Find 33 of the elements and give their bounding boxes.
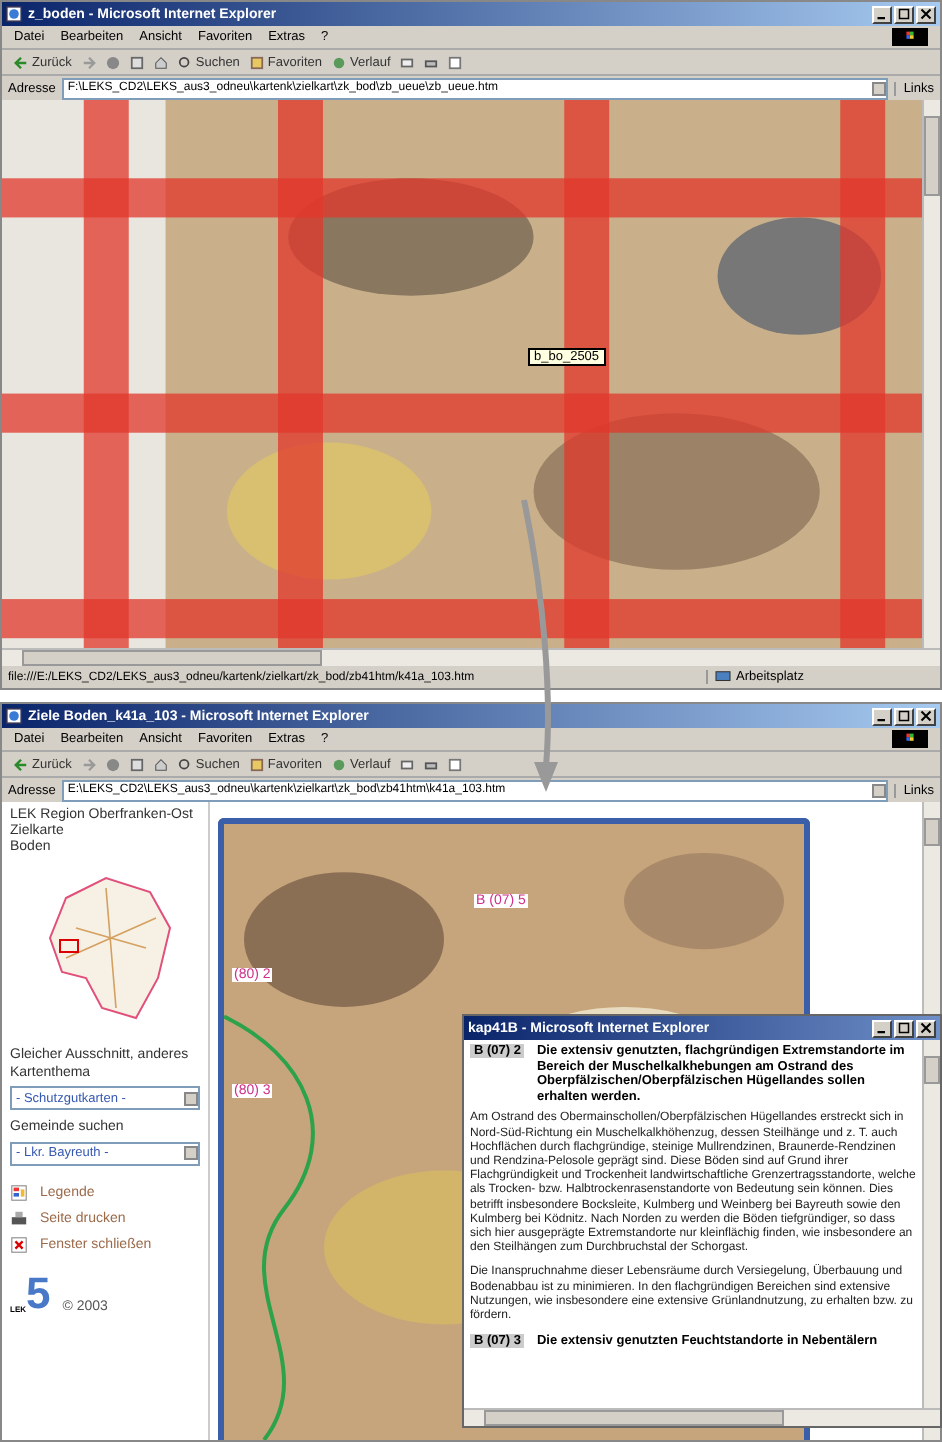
browser-icon	[6, 708, 22, 724]
windows-logo-icon	[892, 28, 928, 46]
minimize-button[interactable]	[872, 5, 892, 23]
back-arrow-icon	[14, 757, 28, 771]
minimize-button[interactable]	[872, 707, 892, 725]
close-button[interactable]	[916, 5, 936, 23]
vertical-scrollbar[interactable]	[922, 100, 940, 648]
browser-icon	[6, 6, 22, 22]
printer-icon[interactable]	[10, 1209, 28, 1227]
close-button[interactable]	[916, 1019, 936, 1037]
minimize-button[interactable]	[872, 1019, 892, 1037]
legend-icon[interactable]	[10, 1183, 28, 1201]
home-icon[interactable]	[153, 757, 168, 771]
folder-icon	[249, 55, 264, 69]
close-window-icon[interactable]	[10, 1235, 28, 1253]
maximize-icon	[898, 1022, 910, 1034]
maximize-button[interactable]	[894, 1019, 914, 1037]
horizontal-scrollbar[interactable]	[464, 1408, 940, 1426]
horizontal-scrollbar[interactable]	[2, 648, 940, 666]
vertical-scrollbar[interactable]	[922, 1040, 940, 1408]
back-arrow-icon	[14, 55, 28, 69]
home-icon[interactable]	[153, 55, 168, 69]
maximize-button[interactable]	[894, 707, 914, 725]
maximize-icon	[898, 710, 910, 722]
windows-logo-icon	[892, 730, 928, 748]
folder-icon	[249, 757, 264, 771]
close-icon	[920, 1022, 932, 1034]
computer-icon	[714, 670, 732, 684]
maximize-icon	[898, 8, 910, 20]
close-icon	[920, 710, 932, 722]
close-button[interactable]	[916, 707, 936, 725]
close-icon	[920, 8, 932, 20]
maximize-button[interactable]	[894, 5, 914, 23]
